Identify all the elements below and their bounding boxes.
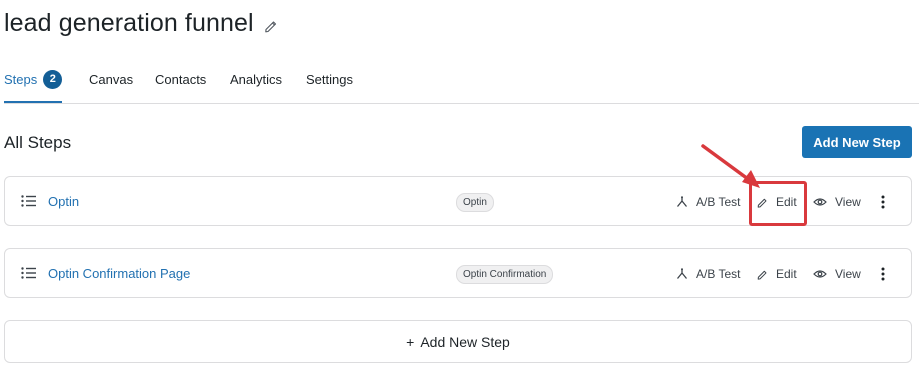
add-step-label: Add New Step	[420, 333, 510, 350]
add-new-step-row-button[interactable]: + Add New Step	[4, 320, 912, 363]
split-icon	[676, 268, 688, 279]
add-new-step-button[interactable]: Add New Step	[802, 126, 912, 158]
step-type-badge: Optin	[456, 193, 494, 212]
drag-handle-icon[interactable]	[21, 195, 37, 207]
tab-label: Steps	[4, 72, 38, 87]
eye-icon	[813, 270, 827, 278]
tab-settings[interactable]: Settings	[306, 62, 353, 102]
step-row: Optin Confirmation Page Optin Confirmati…	[4, 248, 912, 298]
step-name-link[interactable]: Optin Confirmation Page	[48, 266, 190, 281]
ab-test-label: A/B Test	[696, 267, 741, 281]
more-options-icon[interactable]	[880, 195, 886, 209]
tab-canvas[interactable]: Canvas	[89, 62, 133, 102]
section-heading: All Steps	[4, 133, 72, 152]
edit-label: Edit	[776, 267, 797, 281]
ab-test-label: A/B Test	[696, 195, 741, 209]
tab-label: Contacts	[155, 72, 207, 87]
title-row: lead generation funnel	[4, 9, 278, 38]
ab-test-button[interactable]: A/B Test	[676, 267, 740, 281]
page-title: lead generation funnel	[4, 9, 254, 37]
more-options-icon[interactable]	[880, 267, 886, 281]
view-button[interactable]: View	[813, 195, 861, 209]
tab-contacts[interactable]: Contacts	[155, 62, 206, 102]
highlight-box	[749, 181, 807, 226]
step-name-link[interactable]: Optin	[48, 194, 79, 209]
tab-label: Canvas	[89, 72, 134, 87]
view-label: View	[835, 195, 861, 209]
steps-count-badge: 2	[43, 70, 63, 89]
pencil-icon	[757, 270, 767, 280]
drag-handle-icon[interactable]	[21, 267, 37, 279]
ab-test-button[interactable]: A/B Test	[676, 195, 740, 209]
view-button[interactable]: View	[813, 267, 861, 281]
eye-icon	[813, 198, 827, 206]
tab-bar: Steps 2 Canvas Contacts Analytics Settin…	[4, 62, 919, 104]
pencil-icon[interactable]	[264, 19, 278, 33]
plus-icon: +	[406, 333, 415, 350]
tab-steps[interactable]: Steps 2	[4, 62, 63, 103]
edit-button[interactable]: Edit	[757, 267, 797, 281]
split-icon	[676, 196, 688, 207]
tab-analytics[interactable]: Analytics	[230, 62, 282, 102]
tab-label: Settings	[306, 72, 353, 87]
view-label: View	[835, 267, 861, 281]
tab-label: Analytics	[230, 72, 283, 87]
step-type-badge: Optin Confirmation	[456, 265, 554, 284]
